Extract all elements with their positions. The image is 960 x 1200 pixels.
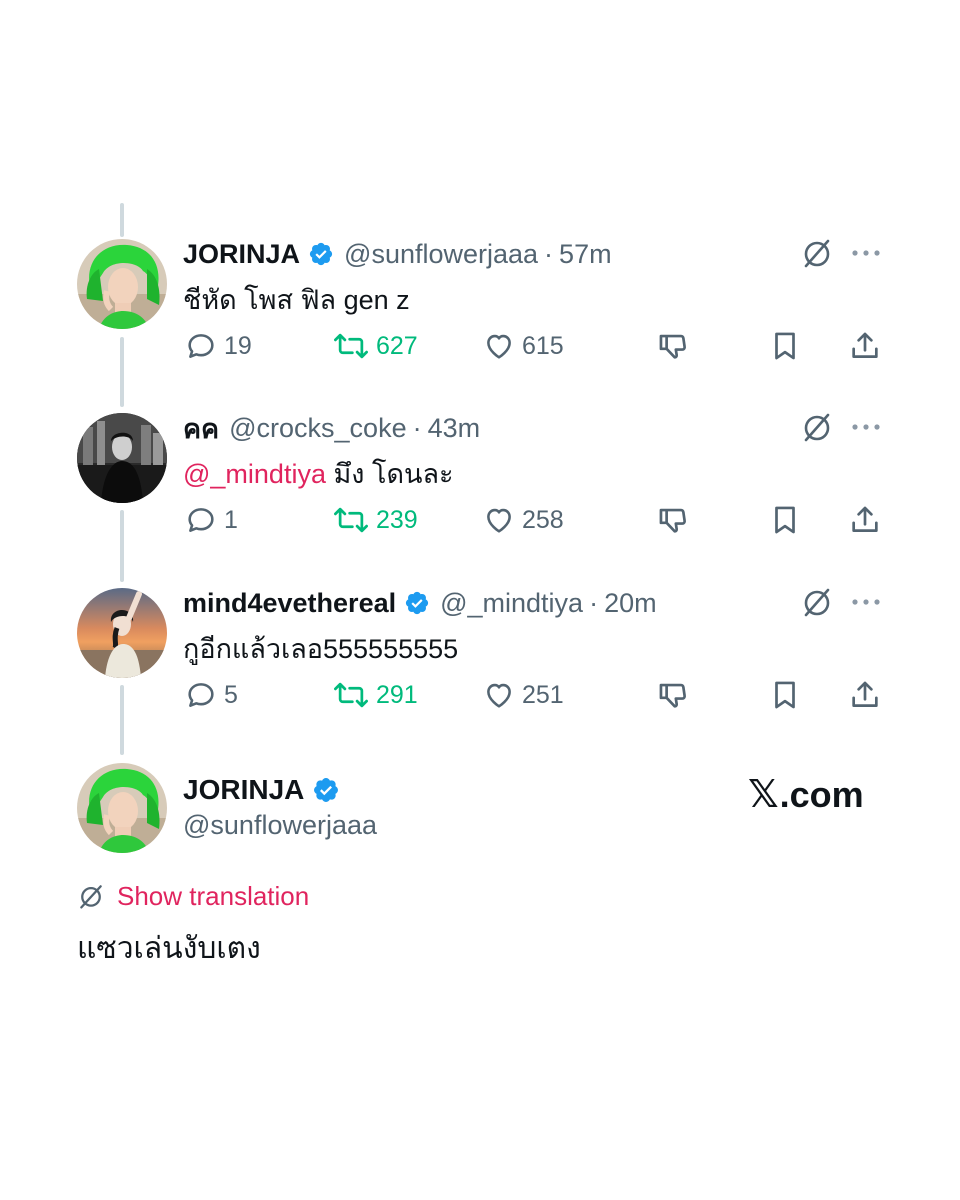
thread-line [120, 203, 124, 237]
retweet-icon [334, 333, 368, 359]
dislike-button[interactable] [656, 675, 696, 715]
tweet-header: mind4evethereal @_mindtiya · 20m [183, 583, 657, 623]
avatar[interactable] [77, 239, 167, 329]
reply-count: 5 [224, 680, 238, 709]
reply-button[interactable]: 5 [184, 675, 238, 715]
bookmark-button[interactable] [768, 326, 808, 366]
user-handle[interactable]: @sunflowerjaaa [183, 810, 377, 841]
like-button[interactable]: 258 [482, 500, 564, 540]
separator-dot: · [412, 412, 422, 443]
timestamp[interactable]: 20m [604, 588, 657, 619]
like-count: 251 [522, 680, 564, 709]
tweet-actions: 1 239 258 [0, 500, 960, 540]
tweet-text-body: กูอีกแล้วเลอ555555555 [183, 634, 459, 664]
more-icon[interactable] [850, 410, 882, 444]
translate-icon [80, 885, 102, 909]
like-button[interactable]: 615 [482, 326, 564, 366]
dislike-icon [659, 508, 687, 533]
bookmark-icon [775, 506, 795, 534]
tweet-text: กูอีกแล้วเลอ555555555 [183, 627, 458, 670]
display-name[interactable]: JORINJA [183, 239, 300, 270]
share-button[interactable] [848, 500, 888, 540]
mention-link[interactable]: @_mindtiya [183, 459, 326, 489]
tweet-actions: 19 627 615 [0, 326, 960, 366]
tweet-header: JORINJA @sunflowerjaaa · 57m [183, 234, 612, 274]
reply-button[interactable]: 19 [184, 326, 252, 366]
tweet-text-body: มึง โดนละ [333, 459, 454, 489]
bookmark-button[interactable] [768, 500, 808, 540]
display-name[interactable]: คค [183, 407, 219, 450]
reply-count: 1 [224, 505, 238, 534]
user-handle[interactable]: @sunflowerjaaa [344, 239, 538, 270]
like-button[interactable]: 251 [482, 675, 564, 715]
translate-icon[interactable] [800, 585, 834, 619]
avatar[interactable] [77, 763, 167, 853]
brand-domain: .com [779, 773, 864, 815]
verified-badge-icon [312, 776, 340, 804]
retweet-button[interactable]: 239 [332, 500, 418, 540]
translate-icon[interactable] [800, 236, 834, 270]
main-tweet-author[interactable]: JORINJA [183, 770, 340, 810]
retweet-button[interactable]: 291 [332, 675, 418, 715]
tweet-text: @_mindtiya มึง โดนละ [183, 452, 454, 495]
bookmark-icon [775, 681, 795, 709]
separator-dot: · [544, 238, 554, 269]
separator-dot: · [589, 587, 599, 618]
tweet-text: ชีหัด โพส ฟิล gen z [183, 278, 410, 321]
show-translation-button[interactable]: Show translation [77, 876, 309, 916]
reply-icon [188, 508, 214, 532]
timestamp[interactable]: 43m [428, 413, 481, 444]
share-icon [852, 681, 878, 707]
user-handle[interactable]: @_mindtiya [440, 588, 583, 619]
retweet-count: 291 [376, 680, 418, 709]
timestamp[interactable]: 57m [559, 239, 612, 270]
share-icon [852, 506, 878, 532]
avatar[interactable] [77, 413, 167, 503]
verified-badge-icon [404, 590, 430, 616]
dislike-icon [659, 683, 687, 708]
dislike-icon [659, 334, 687, 359]
show-translation-label[interactable]: Show translation [117, 881, 309, 912]
translate-icon[interactable] [800, 410, 834, 444]
share-button[interactable] [848, 675, 888, 715]
like-icon [487, 334, 511, 359]
user-handle[interactable]: @crocks_coke [229, 413, 406, 444]
main-tweet-text: แซวเล่นงับเตง [77, 932, 261, 965]
display-name[interactable]: JORINJA [183, 774, 304, 806]
verified-badge-icon [308, 241, 334, 267]
more-icon[interactable] [850, 585, 882, 619]
tweet-header: คค @crocks_coke · 43m [183, 408, 480, 448]
retweet-button[interactable]: 627 [332, 326, 418, 366]
like-icon [487, 508, 511, 533]
reply-count: 19 [224, 331, 252, 360]
share-button[interactable] [848, 326, 888, 366]
reply-icon [188, 334, 214, 358]
retweet-icon [334, 682, 368, 708]
bookmark-icon [775, 332, 795, 360]
dislike-button[interactable] [656, 500, 696, 540]
dislike-button[interactable] [656, 326, 696, 366]
retweet-count: 627 [376, 331, 418, 360]
x-com-brand: 𝕏 .com [748, 772, 864, 817]
avatar[interactable] [77, 588, 167, 678]
tweet-actions: 5 291 251 [0, 675, 960, 715]
tweet-text-body: ชีหัด โพส ฟิล gen z [183, 285, 410, 315]
like-count: 258 [522, 505, 564, 534]
retweet-count: 239 [376, 505, 418, 534]
bookmark-button[interactable] [768, 675, 808, 715]
x-logo-icon: 𝕏 [748, 774, 779, 816]
more-icon[interactable] [850, 236, 882, 270]
reply-button[interactable]: 1 [184, 500, 238, 540]
like-icon [487, 683, 511, 708]
display-name[interactable]: mind4evethereal [183, 588, 396, 619]
share-icon [852, 332, 878, 358]
retweet-icon [334, 507, 368, 533]
like-count: 615 [522, 331, 564, 360]
reply-icon [188, 683, 214, 707]
